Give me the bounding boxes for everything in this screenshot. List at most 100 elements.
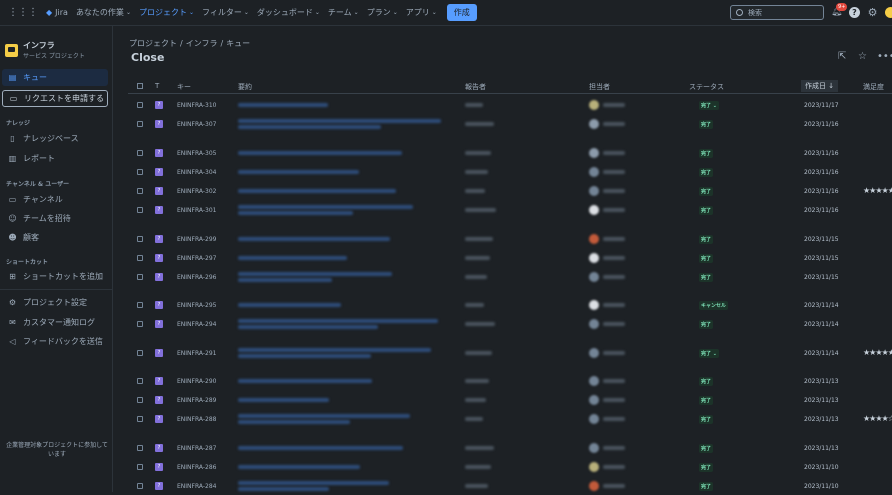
status-badge[interactable]: 完了 ⌄ [699, 101, 719, 110]
status-badge[interactable]: 完了 [699, 168, 714, 177]
table-row[interactable]: ? ENINFRA-304 完了 2023/11/16 [128, 163, 892, 181]
nav-projects[interactable]: プロジェクト ⌄ [139, 7, 194, 18]
nav-plans[interactable]: プラン ⌄ [367, 7, 398, 18]
star-icon[interactable]: ☆ [858, 51, 867, 62]
status-badge[interactable]: 完了 [699, 254, 714, 263]
table-row[interactable]: ? ENINFRA-295 キャンセル 2023/11/14 [128, 296, 892, 314]
row-checkbox[interactable] [137, 464, 143, 470]
select-all-checkbox[interactable] [137, 83, 143, 89]
summary-link[interactable] [238, 237, 390, 241]
row-checkbox[interactable] [137, 207, 143, 213]
issue-key[interactable]: ENINFRA-294 [177, 321, 217, 328]
row-checkbox[interactable] [137, 397, 143, 403]
status-badge[interactable]: 完了 [699, 187, 714, 196]
status-badge[interactable]: 完了 [699, 396, 714, 405]
avatar[interactable] [885, 7, 892, 18]
issue-key[interactable]: ENINFRA-284 [177, 483, 217, 490]
status-badge[interactable]: 完了 [699, 482, 714, 491]
breadcrumb-projects[interactable]: プロジェクト [129, 39, 177, 48]
sidebar-item-project-settings[interactable]: ⚙ プロジェクト設定 [2, 294, 108, 311]
breadcrumb-queue[interactable]: キュー [226, 39, 250, 48]
status-badge[interactable]: 完了 [699, 273, 714, 282]
issue-key[interactable]: ENINFRA-307 [177, 121, 217, 128]
summary-link[interactable] [238, 303, 341, 307]
breadcrumb-project[interactable]: インフラ [186, 39, 218, 48]
nav-dashboards[interactable]: ダッシュボード ⌄ [257, 7, 320, 18]
issue-key[interactable]: ENINFRA-304 [177, 169, 217, 176]
table-row[interactable]: ? ENINFRA-289 完了 2023/11/13 [128, 391, 892, 409]
table-row[interactable]: ? ENINFRA-288 完了 2023/11/13 ★★★★☆ [128, 410, 892, 428]
summary-link[interactable] [238, 319, 438, 323]
row-checkbox[interactable] [137, 274, 143, 280]
table-row[interactable]: ? ENINFRA-305 完了 2023/11/16 [128, 144, 892, 162]
sidebar-item-channels[interactable]: ▭ チャンネル [2, 191, 108, 208]
summary-link[interactable] [238, 256, 347, 260]
nav-filters[interactable]: フィルター ⌄ [202, 7, 249, 18]
nav-apps[interactable]: アプリ ⌄ [406, 7, 437, 18]
status-badge[interactable]: 完了 [699, 120, 714, 129]
table-row[interactable]: ? ENINFRA-294 完了 2023/11/14 [128, 315, 892, 333]
summary-link[interactable] [238, 119, 441, 123]
status-badge[interactable]: 完了 ⌄ [699, 349, 719, 358]
row-checkbox[interactable] [137, 302, 143, 308]
summary-link[interactable] [238, 151, 402, 155]
summary-link[interactable] [238, 481, 389, 485]
summary-link[interactable] [238, 398, 329, 402]
issue-key[interactable]: ENINFRA-290 [177, 378, 217, 385]
summary-link-line2[interactable] [238, 354, 371, 358]
summary-link-line2[interactable] [238, 278, 332, 282]
sidebar-item-notification-log[interactable]: ✉ カスタマー通知ログ [2, 314, 108, 331]
issue-key[interactable]: ENINFRA-288 [177, 416, 217, 423]
col-created[interactable]: 作成日 ↓ [801, 80, 839, 92]
status-badge[interactable]: キャンセル [699, 301, 729, 310]
summary-link-line2[interactable] [238, 125, 381, 129]
status-badge[interactable]: 完了 [699, 206, 714, 215]
col-key[interactable]: キー [177, 82, 191, 92]
issue-key[interactable]: ENINFRA-295 [177, 302, 217, 309]
summary-link[interactable] [238, 272, 392, 276]
create-button[interactable]: 作成 [446, 4, 477, 21]
sidebar-item-feedback[interactable]: ◁ フィードバックを送信 [2, 333, 108, 350]
status-badge[interactable]: 完了 [699, 320, 714, 329]
issue-key[interactable]: ENINFRA-301 [177, 207, 217, 214]
issue-key[interactable]: ENINFRA-310 [177, 102, 217, 109]
table-row[interactable]: ? ENINFRA-287 完了 2023/11/13 [128, 439, 892, 457]
nav-teams[interactable]: チーム ⌄ [328, 7, 359, 18]
issue-key[interactable]: ENINFRA-286 [177, 464, 217, 471]
nav-your-work[interactable]: あなたの作業 ⌄ [76, 7, 131, 18]
sidebar-item-request[interactable]: ▭ リクエストを申請する [2, 90, 108, 107]
col-status[interactable]: ステータス [689, 82, 724, 92]
sidebar-item-knowledge-base[interactable]: ▯ ナレッジベース [2, 130, 108, 147]
table-row[interactable]: ? ENINFRA-299 完了 2023/11/15 [128, 230, 892, 248]
open-external-icon[interactable]: ⇱ [838, 51, 846, 62]
sidebar-item-invite-team[interactable]: ☺ チームを招待 [2, 210, 108, 227]
col-summary[interactable]: 要約 [238, 82, 252, 92]
summary-link-line2[interactable] [238, 211, 353, 215]
col-reporter[interactable]: 報告者 [465, 82, 486, 92]
summary-link[interactable] [238, 446, 403, 450]
issue-key[interactable]: ENINFRA-289 [177, 397, 217, 404]
row-checkbox[interactable] [137, 169, 143, 175]
table-row[interactable]: ? ENINFRA-284 完了 2023/11/10 [128, 477, 892, 495]
table-row[interactable]: ? ENINFRA-291 完了 ⌄ 2023/11/14 ★★★★★ [128, 344, 892, 362]
sidebar-item-reports[interactable]: ▥ レポート [2, 150, 108, 167]
sidebar-item-add-shortcut[interactable]: ⊞ ショートカットを追加 [2, 268, 108, 285]
table-row[interactable]: ? ENINFRA-296 完了 2023/11/15 [128, 268, 892, 286]
summary-link[interactable] [238, 205, 413, 209]
summary-link[interactable] [238, 414, 410, 418]
summary-link-line2[interactable] [238, 420, 350, 424]
row-checkbox[interactable] [137, 150, 143, 156]
table-row[interactable]: ? ENINFRA-297 完了 2023/11/15 [128, 249, 892, 267]
row-checkbox[interactable] [137, 378, 143, 384]
row-checkbox[interactable] [137, 321, 143, 327]
issue-key[interactable]: ENINFRA-305 [177, 150, 217, 157]
more-icon[interactable]: ••• [877, 51, 892, 62]
row-checkbox[interactable] [137, 188, 143, 194]
table-row[interactable]: ? ENINFRA-310 完了 ⌄ 2023/11/17 [128, 96, 892, 114]
row-checkbox[interactable] [137, 102, 143, 108]
gear-icon[interactable]: ⚙ [867, 7, 878, 18]
sidebar-item-customers[interactable]: ☻ 顧客 [2, 229, 108, 246]
row-checkbox[interactable] [137, 445, 143, 451]
table-row[interactable]: ? ENINFRA-307 完了 2023/11/16 [128, 115, 892, 133]
issue-key[interactable]: ENINFRA-291 [177, 350, 217, 357]
